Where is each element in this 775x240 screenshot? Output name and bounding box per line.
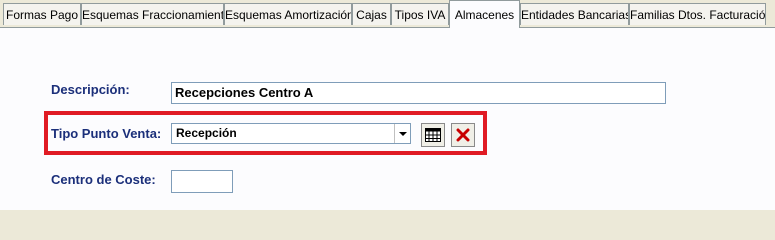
tab-esquemas-amortizacion[interactable]: Esquemas Amortización	[224, 3, 352, 25]
descripcion-label: Descripción:	[51, 82, 130, 97]
tab-almacenes[interactable]: Almacenes	[449, 0, 520, 28]
tab-entidades-bancarias[interactable]: Entidades Bancarias	[520, 3, 629, 25]
calendar-grid-icon	[425, 128, 441, 142]
tab-strip: Formas Pago Esquemas Fraccionamiento Esq…	[0, 0, 775, 28]
tab-tipos-iva[interactable]: Tipos IVA	[391, 3, 449, 25]
tipo-punto-venta-label: Tipo Punto Venta:	[51, 126, 162, 141]
centro-coste-field[interactable]	[171, 170, 233, 193]
tipo-punto-venta-value: Recepción	[176, 126, 237, 140]
tab-formas-pago[interactable]: Formas Pago	[3, 3, 81, 25]
tab-esquemas-fraccionamiento[interactable]: Esquemas Fraccionamiento	[81, 3, 224, 25]
clear-button[interactable]	[451, 123, 475, 147]
calendar-button[interactable]	[421, 123, 445, 147]
tab-familias-dtos-facturacion[interactable]: Familias Dtos. Facturación	[629, 3, 766, 25]
tipo-punto-venta-select[interactable]: Recepción	[171, 123, 411, 144]
chevron-down-icon[interactable]	[394, 124, 410, 143]
descripcion-field[interactable]: Recepciones Centro A	[171, 82, 666, 104]
red-x-icon	[456, 128, 470, 142]
centro-coste-label: Centro de Coste:	[51, 172, 156, 187]
tab-cajas[interactable]: Cajas	[352, 3, 391, 25]
